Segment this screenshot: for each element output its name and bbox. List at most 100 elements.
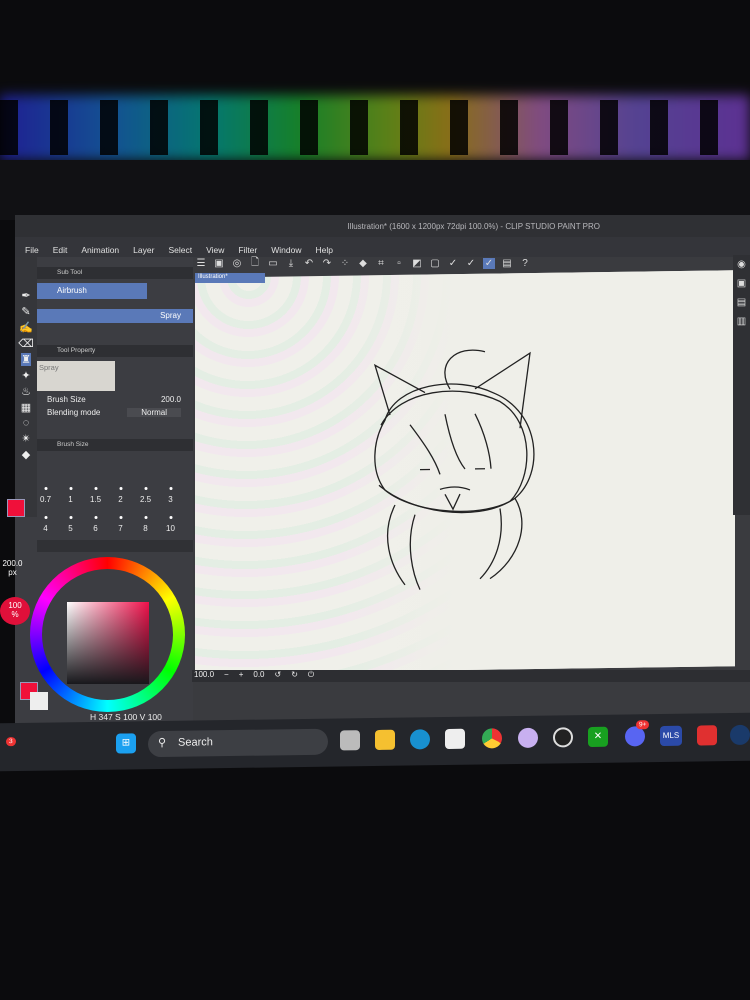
help-icon[interactable]: ?	[519, 258, 531, 269]
rotate-right-icon[interactable]: ↻	[291, 670, 298, 682]
open-folder-icon[interactable]: ▭	[267, 258, 279, 269]
undo-icon[interactable]: ↶	[303, 258, 315, 269]
blending-mode-row[interactable]: Blending mode Normal	[37, 404, 193, 417]
brush-size-option[interactable]: 6	[83, 514, 108, 533]
brush-size-value[interactable]: 200.0	[161, 395, 181, 404]
notification-badge[interactable]: 3	[6, 737, 16, 747]
blending-mode-label: Blending mode	[47, 408, 101, 417]
brush-size-option[interactable]: 2	[108, 485, 133, 504]
layer-icon[interactable]: ▣	[737, 278, 746, 289]
lasso-tool-icon[interactable]: ◌	[23, 417, 30, 429]
edge-icon[interactable]	[410, 729, 430, 750]
brush-size-option[interactable]: 1	[58, 485, 83, 504]
sub-color-swatch[interactable]	[30, 692, 48, 710]
task-view-icon[interactable]	[340, 730, 360, 751]
layer-search-icon[interactable]: ▥	[737, 316, 746, 327]
brush-size-option[interactable]: 5	[58, 514, 83, 533]
steam-icon[interactable]	[730, 724, 750, 746]
brush-preview: Spray	[37, 361, 115, 391]
brush-size-option[interactable]: 7	[108, 514, 133, 533]
blend-tool-icon[interactable]: ♨	[21, 385, 31, 398]
snap-ruler-icon[interactable]: ✓	[447, 258, 459, 269]
color-panel-tabs[interactable]	[37, 540, 193, 552]
selection-icon[interactable]: ⁘	[339, 258, 351, 269]
zoom-value[interactable]: 100.0	[194, 670, 214, 682]
frame-icon[interactable]: ▢	[429, 258, 441, 269]
cast-app-icon[interactable]	[697, 725, 717, 746]
menu-edit[interactable]: Edit	[53, 245, 68, 257]
brush-size-grid: 0.7 1 1.5 2 2.5 3 4 5 6 7 8 10	[33, 485, 183, 533]
menu-select[interactable]: Select	[168, 245, 192, 257]
canvas-tab[interactable]: Illustration*	[195, 273, 265, 283]
drawing-canvas[interactable]	[195, 270, 735, 674]
menu-icon[interactable]: ☰	[195, 258, 207, 269]
crop-icon[interactable]: ⌗	[375, 258, 387, 269]
new-file-icon[interactable]: 🗋	[249, 255, 261, 272]
zoom-out-button[interactable]: −	[224, 670, 229, 682]
navigator-icon[interactable]: ◉	[737, 259, 746, 270]
snap-special-icon[interactable]: ✓	[465, 258, 477, 269]
left-panel: ✒ ✎ ✍ ⌫ ♜ ✦ ♨ ▦ ◌ ✴ ◆ Sub Tool Airbrush …	[0, 257, 193, 725]
new-canvas-icon[interactable]: ▣	[213, 258, 225, 269]
brush-size-option[interactable]: 2.5	[133, 485, 158, 504]
pen-tool-icon[interactable]: ✒	[21, 289, 30, 302]
saturation-value-square[interactable]	[67, 602, 149, 684]
pencil-tool-icon[interactable]: ✎	[21, 305, 30, 318]
store-icon[interactable]	[445, 728, 465, 750]
taskbar-search[interactable]: ⚲ Search	[148, 728, 328, 758]
app-window: Illustration* (1600 x 1200px 72dpi 100.0…	[0, 215, 750, 725]
fill-tool-icon[interactable]: ◆	[22, 448, 30, 461]
xbox-icon[interactable]: ✕	[588, 726, 608, 748]
save-icon[interactable]: ⤓	[285, 258, 297, 269]
sketch-bangs	[409, 413, 492, 475]
size-badge-value: 200.0	[2, 559, 23, 568]
sub-tool-spray[interactable]: Spray	[37, 309, 193, 323]
monitor-bezel	[0, 160, 750, 220]
clear-icon[interactable]: ▫	[393, 258, 405, 269]
snap-grid-icon[interactable]: ✓	[483, 257, 495, 269]
brush-size-label: Brush Size	[47, 395, 86, 404]
redo-icon[interactable]: ↷	[321, 258, 333, 269]
search-icon: ⚲	[158, 736, 167, 750]
brush-size-option[interactable]: 4	[33, 514, 58, 533]
brush-size-row[interactable]: Brush Size 200.0	[37, 391, 193, 404]
menu-animation[interactable]: Animation	[81, 245, 119, 257]
blending-mode-select[interactable]: Normal	[127, 408, 181, 417]
navigator-bar: 100.0 − + 0.0 ↺ ↻ ⏻	[192, 670, 750, 682]
menu-file[interactable]: File	[25, 245, 39, 257]
fill-icon[interactable]: ◆	[357, 258, 369, 269]
menu-layer[interactable]: Layer	[133, 245, 154, 257]
brush-size-option[interactable]: 8	[133, 514, 158, 533]
fill-selection-icon[interactable]: ◩	[411, 258, 423, 269]
angle-value[interactable]: 0.0	[253, 670, 264, 682]
reference-icon[interactable]: ▤	[501, 258, 513, 269]
mls-app-icon[interactable]: MLS	[660, 725, 682, 747]
windows-start-icon[interactable]: ⊞	[116, 733, 136, 754]
sketch-eyes	[420, 468, 485, 471]
decoration-tool-icon[interactable]: ✦	[21, 369, 30, 382]
reset-rotation-icon[interactable]: ⏻	[308, 670, 314, 682]
brush-size-panel-header: Brush Size	[37, 439, 193, 451]
tool-bar: ✒ ✎ ✍ ⌫ ♜ ✦ ♨ ▦ ◌ ✴ ◆	[15, 257, 37, 517]
hue-value: 347	[98, 712, 113, 722]
chrome-icon[interactable]	[482, 728, 502, 749]
main-color-swatch-small[interactable]	[7, 499, 25, 517]
zoom-in-button[interactable]: +	[239, 670, 244, 682]
file-explorer-icon[interactable]	[375, 729, 395, 750]
airbrush-tool-icon[interactable]: ♜	[21, 353, 31, 366]
magic-wand-icon[interactable]: ✴	[21, 432, 30, 445]
brush-tool-icon[interactable]: ✍	[19, 321, 33, 334]
menu-bar: File Edit Animation Layer Select View Fi…	[15, 237, 750, 257]
fingerprint-app-icon[interactable]	[518, 727, 538, 749]
obs-icon[interactable]	[553, 727, 573, 748]
eraser-tool-icon[interactable]: ⌫	[18, 337, 34, 350]
brush-size-option[interactable]: 0.7	[33, 485, 58, 504]
sub-tool-airbrush-tab[interactable]: Airbrush	[37, 283, 147, 299]
cloud-icon[interactable]: ◎	[231, 258, 243, 269]
figure-tool-icon[interactable]: ▦	[21, 401, 31, 414]
brush-size-option[interactable]: 3	[158, 485, 183, 504]
property-icon[interactable]: ▤	[737, 297, 746, 308]
rotate-left-icon[interactable]: ↺	[275, 670, 282, 682]
brush-size-option[interactable]: 10	[158, 514, 183, 533]
brush-size-option[interactable]: 1.5	[83, 485, 108, 504]
